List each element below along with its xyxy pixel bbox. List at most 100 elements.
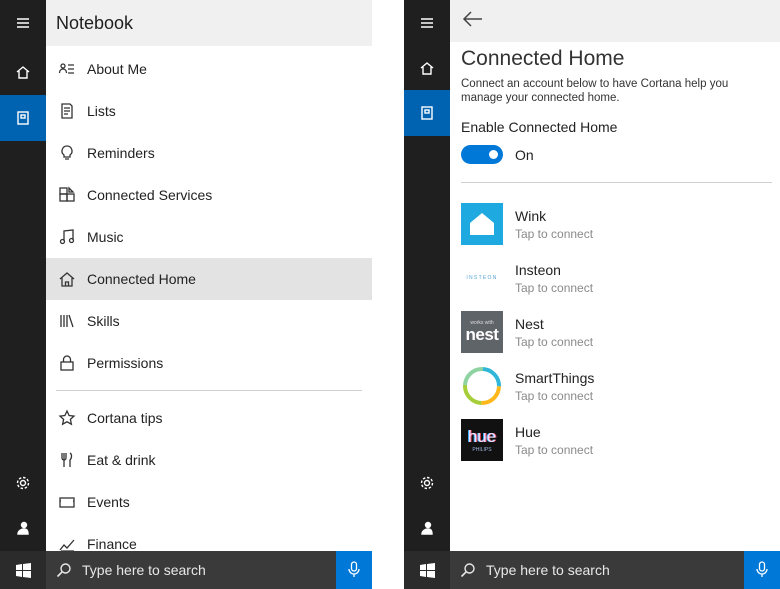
microphone-button[interactable]: [336, 551, 372, 589]
rail-home-button[interactable]: [0, 49, 46, 95]
reminders-icon: [56, 142, 78, 164]
insteon-logo: INSTEON: [461, 257, 503, 299]
notebook-item-label: Cortana tips: [87, 410, 163, 426]
taskbar-search-box[interactable]: Type here to search: [450, 551, 744, 589]
windows-icon: [15, 562, 31, 578]
device-name: Wink: [515, 207, 547, 224]
gear-icon: [16, 476, 30, 490]
search-input[interactable]: Type here to search: [486, 562, 610, 578]
notebook-item-label: Connected Services: [87, 187, 213, 203]
hamburger-menu-button[interactable]: [0, 0, 46, 46]
device-insteon[interactable]: INSTEON Insteon Tap to connect: [450, 251, 780, 305]
device-wink[interactable]: Wink Tap to connect: [450, 197, 780, 251]
notebook-panel: Notebook About Me Lists Reminders Connec…: [0, 0, 372, 589]
rail-settings-button[interactable]: [404, 460, 450, 506]
lists-icon: [56, 100, 78, 122]
feedback-icon: [17, 521, 29, 535]
device-name: SmartThings: [515, 369, 595, 386]
notebook-item-lists[interactable]: Lists: [46, 90, 372, 132]
page-description: Connect an account below to have Cortana…: [461, 78, 729, 104]
notebook-icon: [421, 106, 433, 120]
device-hue[interactable]: hue PHILIPS Hue Tap to connect: [450, 413, 780, 467]
microphone-button[interactable]: [744, 551, 780, 589]
search-input[interactable]: Type here to search: [82, 562, 206, 578]
home-icon: [420, 62, 434, 75]
windows-icon: [419, 562, 435, 578]
gear-icon: [420, 476, 434, 490]
back-arrow-icon: [462, 10, 482, 27]
about-me-icon: [56, 58, 78, 80]
device-name: Hue: [515, 423, 541, 440]
notebook-item-permissions[interactable]: Permissions: [46, 342, 372, 384]
notebook-item-eat-drink[interactable]: Eat & drink: [46, 439, 372, 481]
lock-icon: [56, 352, 78, 374]
enable-toggle-row: On: [450, 135, 780, 164]
smartthings-logo: [461, 365, 503, 407]
events-icon: [56, 491, 78, 513]
finance-icon: [56, 533, 78, 551]
toggle-state-label: On: [515, 146, 534, 163]
rail-notebook-button[interactable]: [0, 95, 46, 141]
skills-icon: [56, 310, 78, 332]
device-status: Tap to connect: [515, 442, 594, 457]
hamburger-icon: [17, 18, 29, 28]
notebook-item-label: Eat & drink: [87, 452, 156, 468]
start-button[interactable]: [404, 551, 450, 589]
notebook-item-about-me[interactable]: About Me: [46, 48, 372, 90]
rail-notebook-button[interactable]: [404, 90, 450, 136]
left-rail: [0, 0, 46, 551]
microphone-icon: [756, 561, 768, 577]
hue-logo: hue PHILIPS: [461, 419, 503, 461]
device-smartthings[interactable]: SmartThings Tap to connect: [450, 359, 780, 413]
device-status: Tap to connect: [515, 388, 594, 403]
taskbar: Type here to search: [0, 551, 372, 589]
rail-feedback-button[interactable]: [0, 505, 46, 551]
feedback-icon: [421, 521, 433, 535]
taskbar-search-box[interactable]: Type here to search: [46, 551, 336, 589]
start-button[interactable]: [0, 551, 46, 589]
insteon-logo-text: INSTEON: [466, 275, 498, 281]
back-button[interactable]: [462, 10, 484, 33]
device-status: Tap to connect: [515, 334, 594, 349]
hamburger-menu-button[interactable]: [404, 0, 450, 46]
connected-home-panel: Connected Home Connect an account below …: [404, 0, 780, 589]
notebook-item-label: Permissions: [87, 355, 164, 371]
notebook-item-reminders[interactable]: Reminders: [46, 132, 372, 174]
notebook-item-label: Music: [87, 229, 124, 245]
enable-connected-home-toggle[interactable]: [461, 145, 503, 164]
hue-logo-small: PHILIPS: [472, 447, 492, 453]
device-name: Insteon: [515, 261, 561, 278]
notebook-content: Notebook About Me Lists Reminders Connec…: [46, 0, 372, 551]
notebook-item-label: Lists: [87, 103, 116, 119]
taskbar: Type here to search: [404, 551, 780, 589]
notebook-item-events[interactable]: Events: [46, 481, 372, 523]
rail-home-button[interactable]: [404, 45, 450, 91]
notebook-item-music[interactable]: Music: [46, 216, 372, 258]
right-rail: [404, 0, 450, 551]
hue-logo-text: hue: [467, 427, 497, 446]
notebook-item-label: Skills: [87, 313, 120, 329]
home-icon: [56, 268, 78, 290]
star-icon: [56, 407, 78, 429]
page-title: Connected Home: [461, 47, 625, 70]
search-icon: [450, 562, 486, 578]
notebook-item-skills[interactable]: Skills: [46, 300, 372, 342]
notebook-icon: [17, 111, 29, 125]
home-icon: [16, 66, 30, 79]
device-status: Tap to connect: [515, 280, 594, 295]
hamburger-icon: [421, 18, 433, 28]
search-icon: [46, 562, 82, 578]
device-nest[interactable]: works with nest Nest Tap to connect: [450, 305, 780, 359]
rail-feedback-button[interactable]: [404, 505, 450, 551]
notebook-item-finance[interactable]: Finance: [46, 523, 372, 551]
notebook-item-connected-services[interactable]: Connected Services: [46, 174, 372, 216]
notebook-item-cortana-tips[interactable]: Cortana tips: [46, 397, 372, 439]
notebook-item-label: About Me: [87, 61, 147, 77]
notebook-item-label: Reminders: [87, 145, 155, 161]
nest-logo-text: nest: [465, 325, 499, 344]
notebook-item-label: Finance: [87, 536, 137, 551]
notebook-item-connected-home[interactable]: Connected Home: [46, 258, 372, 300]
device-status: Tap to connect: [515, 226, 594, 241]
notebook-divider: [56, 390, 362, 391]
rail-settings-button[interactable]: [0, 460, 46, 506]
